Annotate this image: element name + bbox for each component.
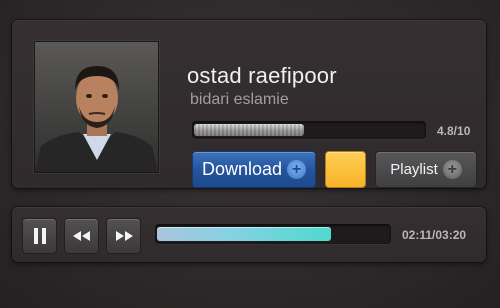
pause-button[interactable]: [22, 218, 57, 254]
rewind-icon: [72, 231, 90, 241]
artist-name: ostad raefipoor: [187, 63, 337, 88]
download-button[interactable]: Download +: [192, 151, 316, 188]
player-controls-panel: 02:11/03:20: [12, 207, 486, 262]
rating-bar-fill: [194, 124, 304, 136]
artist-portrait: [35, 42, 158, 172]
playback-time: 02:11/03:20: [402, 228, 467, 242]
album-title: bidari eslamie: [190, 91, 289, 108]
plus-icon: +: [442, 160, 462, 179]
plus-icon: +: [287, 160, 307, 179]
playback-progress-fill: [157, 227, 331, 241]
playlist-label: Playlist: [390, 161, 438, 178]
rating-bar: [192, 121, 426, 139]
color-swatch-button[interactable]: [325, 151, 366, 188]
playlist-button[interactable]: Playlist +: [375, 151, 477, 188]
artist-photo: [34, 41, 159, 173]
rating-value: 4.8/10: [437, 124, 471, 138]
rewind-button[interactable]: [64, 218, 99, 254]
fast-forward-icon: [115, 231, 133, 241]
track-info-panel: ostad raefipoor bidari eslamie 4.8/10 Do…: [12, 20, 486, 188]
fast-forward-button[interactable]: [106, 218, 141, 254]
download-label: Download: [201, 159, 283, 179]
playback-progress-bar[interactable]: [155, 224, 391, 244]
pause-icon: [33, 228, 46, 244]
